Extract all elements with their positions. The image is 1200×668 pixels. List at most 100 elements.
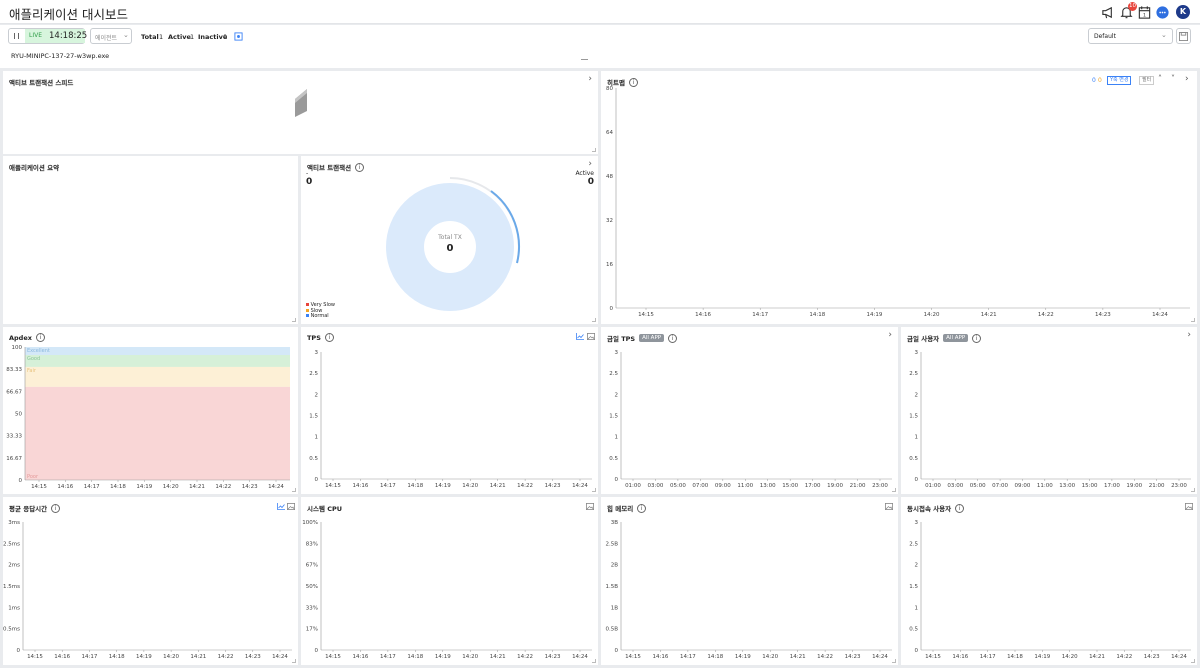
transaction-donut: Total TX 0 [386, 177, 520, 311]
y-tick-label: 1B [611, 605, 618, 611]
x-tick-label: 03:00 [648, 483, 664, 489]
y-tick-label: 0 [315, 477, 319, 483]
active-value: 1 [190, 33, 195, 41]
system-cpu-panel: 시스템 CPU 100% 83% 67% 50% 33% 17% 0 14:15 14:16 14… [301, 497, 598, 665]
heatmap-chart: 80 64 48 32 16 0 14:15 14:16 14:17 14:18 14:19 14:2… [606, 86, 1190, 318]
y-tick-label: 1 [915, 435, 919, 441]
live-time: 14:18:25 [49, 31, 88, 41]
x-tick-label: 14:16 [653, 654, 669, 660]
y-tick-label: 2.5 [909, 541, 918, 547]
y-tick-label: 2 [915, 392, 919, 398]
y-tick-label: 3B [611, 520, 618, 526]
megaphone-icon[interactable] [1101, 5, 1116, 20]
x-tick-label: 14:22 [218, 654, 234, 660]
panel-title-text: 액티브 트랜잭션 스피드 [9, 79, 74, 87]
chevron-right-icon[interactable]: › [588, 159, 592, 169]
x-tick-label: 14:20 [462, 654, 478, 660]
target-icon[interactable] [234, 32, 243, 41]
resize-handle[interactable] [292, 488, 296, 492]
x-tick-label: 14:22 [517, 654, 533, 660]
resize-handle[interactable] [592, 148, 596, 152]
resize-handle[interactable] [1191, 488, 1195, 492]
y-tick-label: 0 [915, 648, 919, 654]
x-tick-label: 14:24 [1152, 312, 1168, 318]
resize-handle[interactable] [292, 318, 296, 322]
panel-title: 애플리케이션 요약 [9, 162, 59, 172]
resize-handle[interactable] [1191, 659, 1195, 663]
x-tick-label: 14:18 [809, 312, 825, 318]
response-time-chart: 3ms 2.5ms 2ms 1.5ms 1ms 0.5ms 0 14:15 14:16 14:17… [3, 520, 292, 660]
x-tick-label: 14:23 [245, 654, 261, 660]
apdex-band-label: Poor [27, 474, 39, 480]
y-tick-label: 1.5ms [3, 584, 20, 590]
notification-badge: 10 [1128, 2, 1137, 11]
resize-handle[interactable] [592, 488, 596, 492]
y-tick-label: 3ms [8, 520, 20, 526]
x-tick-label: 03:00 [947, 483, 963, 489]
x-tick-label: 14:17 [752, 312, 768, 318]
preset-select[interactable]: Default ⌄ [1088, 28, 1173, 44]
y-tick-label: 2.5B [605, 541, 618, 547]
heap-memory-chart: 3B 2.5B 2B 1.5B 1B 0.5B 0 14:15 14:16 14:17 14:18 1… [605, 520, 892, 660]
x-tick-label: 14:16 [57, 484, 73, 490]
y-tick-label: 1.5 [909, 584, 918, 590]
panel-title-text: 액티브 트랜잭션 [307, 164, 352, 172]
y-tick-label: 2.5 [609, 371, 618, 377]
donut-center-value: 0 [447, 243, 454, 254]
tps-chart: 3 2.5 2 1.5 1 0.5 0 14:15 14:16 14:17 14:18 14:19 14… [309, 350, 592, 489]
x-tick-label: 17:00 [805, 483, 821, 489]
collapse-handle[interactable] [581, 59, 588, 60]
y-tick-label: 80 [606, 86, 613, 92]
save-preset-button[interactable] [1176, 28, 1191, 44]
resize-handle[interactable] [1191, 318, 1195, 322]
y-tick-label: 17% [306, 627, 318, 633]
y-tick-label: 1.5B [605, 584, 618, 590]
x-tick-label: 14:18 [407, 483, 423, 489]
resize-handle[interactable] [592, 659, 596, 663]
x-tick-label: 05:00 [970, 483, 986, 489]
info-icon[interactable]: i [355, 162, 365, 172]
today-tps-panel: 금일 TPS All APP i › 3 2.5 2 1.5 1 0.5 0 01:00 03:00… [601, 327, 898, 494]
chat-icon[interactable] [1155, 5, 1170, 20]
x-tick-label: 14:21 [490, 654, 506, 660]
x-tick-label: 21:00 [850, 483, 866, 489]
x-tick-label: 14:21 [189, 484, 205, 490]
y-tick-label: 32 [606, 218, 613, 224]
chevron-right-icon[interactable]: › [588, 74, 592, 84]
resize-handle[interactable] [892, 488, 896, 492]
y-tick-label: 2 [315, 392, 319, 398]
y-tick-label: 48 [606, 174, 613, 180]
x-tick-label: 14:18 [109, 654, 125, 660]
chevron-down-icon: ⌄ [123, 31, 129, 39]
x-tick-label: 14:19 [867, 312, 883, 318]
x-tick-label: 14:23 [1095, 312, 1111, 318]
resize-handle[interactable] [292, 659, 296, 663]
toolbar: LIVE 14:18:25 에이전트 ⌄ Total 1 Active 1 In… [0, 25, 1200, 68]
panel-title: 액티브 트랜잭션 스피드 [9, 77, 73, 87]
x-tick-label: 14:15 [325, 483, 341, 489]
x-tick-label: 14:21 [1089, 654, 1105, 660]
x-tick-label: 14:19 [136, 484, 152, 490]
y-tick-label: 0 [17, 648, 21, 654]
x-tick-label: 14:15 [27, 654, 43, 660]
x-tick-label: 09:00 [1015, 483, 1031, 489]
resize-handle[interactable] [892, 659, 896, 663]
x-tick-label: 14:17 [82, 654, 98, 660]
x-tick-label: 13:00 [760, 483, 776, 489]
apdex-band-label: Good [27, 356, 40, 362]
x-tick-label: 14:21 [490, 483, 506, 489]
calendar-icon[interactable]: 1 [1137, 5, 1152, 20]
resize-handle[interactable] [592, 318, 596, 322]
total-value: 1 [159, 33, 164, 41]
agent-select[interactable]: 에이전트 ⌄ [90, 28, 132, 44]
y-tick-label: 100 [12, 345, 23, 351]
apdex-band [25, 386, 290, 480]
agent-select-value: 에이전트 [95, 35, 118, 42]
avatar[interactable]: K [1176, 5, 1190, 19]
x-tick-label: 14:24 [268, 484, 284, 490]
y-tick-label: 1 [915, 605, 919, 611]
pause-icon[interactable] [14, 33, 19, 39]
x-tick-label: 14:22 [817, 654, 833, 660]
live-control: LIVE 14:18:25 [8, 28, 88, 44]
y-tick-label: 2 [915, 563, 919, 569]
